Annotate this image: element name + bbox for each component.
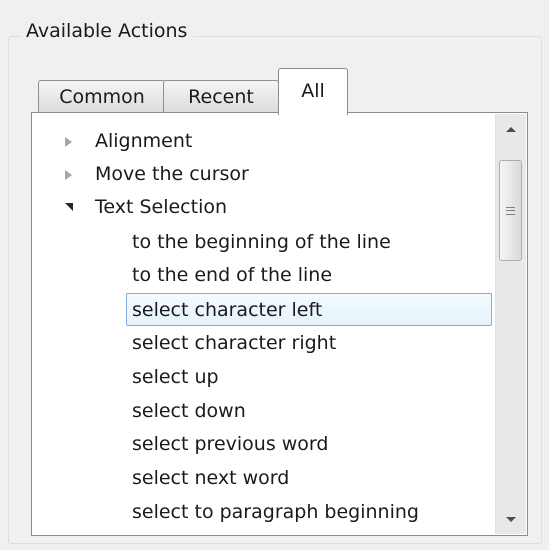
tree-item-label: select down [132, 400, 246, 422]
expand-collapsed-icon[interactable] [61, 125, 75, 158]
vertical-scrollbar[interactable] [495, 114, 526, 534]
tree-item-label: select up [132, 366, 219, 388]
tree-item[interactable]: select character right [126, 327, 342, 360]
tree-item[interactable]: to the end of the line [126, 259, 338, 292]
tab-common[interactable]: Common [38, 80, 166, 113]
tab-recent[interactable]: Recent [163, 80, 279, 113]
tree-category-label: Text Selection [95, 196, 228, 218]
expand-expanded-icon[interactable] [61, 191, 75, 224]
tree-item-label: to the beginning of the line [132, 231, 391, 253]
tree-item-label: select next word [132, 467, 290, 489]
tree-category-move-cursor[interactable]: Move the cursor [32, 158, 492, 191]
tab-all[interactable]: All [278, 68, 348, 115]
tree-item[interactable]: select down [126, 395, 252, 428]
tree-item[interactable]: select next word [126, 462, 295, 495]
arrow-up-icon [506, 126, 516, 132]
scroll-thumb[interactable] [499, 160, 522, 261]
tab-panel-all: Alignment Move the cursor Text Selection… [31, 112, 528, 536]
tree-category-text-selection[interactable]: Text Selection [32, 191, 492, 224]
arrow-down-icon [506, 516, 516, 522]
tab-all-label: All [301, 80, 325, 102]
actions-tree: Alignment Move the cursor Text Selection… [32, 113, 495, 535]
group-title: Available Actions [20, 20, 194, 42]
tab-recent-label: Recent [188, 86, 254, 108]
grip-icon [506, 206, 515, 215]
tree-item-selected[interactable]: select character left [126, 293, 492, 326]
tree-item-label: select previous word [132, 433, 329, 455]
tab-common-label: Common [59, 86, 145, 108]
tree-item-label: select character left [132, 299, 323, 321]
scroll-up-button[interactable] [496, 114, 526, 144]
tree-item[interactable]: select to paragraph beginning [126, 496, 425, 529]
tree-item[interactable]: to the beginning of the line [126, 226, 397, 259]
tree-item-label: to the end of the line [132, 264, 333, 286]
tree-category-alignment[interactable]: Alignment [32, 125, 492, 158]
tree-item-label: select to paragraph beginning [132, 501, 419, 523]
tree-item[interactable]: select previous word [126, 428, 334, 461]
tree-category-label: Alignment [95, 130, 193, 152]
expand-collapsed-icon[interactable] [61, 158, 75, 191]
tree-item[interactable]: select up [126, 361, 225, 394]
tree-item-label: select character right [132, 332, 337, 354]
scroll-down-button[interactable] [496, 504, 526, 534]
tree-category-label: Move the cursor [95, 163, 249, 185]
